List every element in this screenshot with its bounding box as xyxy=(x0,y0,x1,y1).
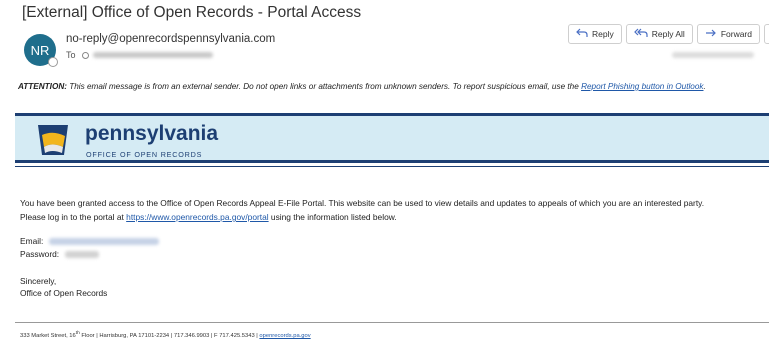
footer-address-pre: 333 Market Street, 16 xyxy=(20,332,76,339)
email-subject: [External] Office of Open Records - Port… xyxy=(22,4,362,21)
reply-button[interactable]: Reply xyxy=(568,24,622,44)
forward-arrow-icon xyxy=(705,28,717,41)
external-sender-warning: ATTENTION: This email message is from an… xyxy=(18,80,758,93)
forward-label: Forward xyxy=(720,29,752,39)
footer-website-link[interactable]: openrecords.pa.gov xyxy=(259,333,310,339)
message-actions: Reply Reply All Forward ··· xyxy=(568,24,769,44)
recipient-line: To xyxy=(66,50,213,60)
forward-button[interactable]: Forward xyxy=(696,24,760,44)
email-value-redacted xyxy=(49,237,160,245)
received-timestamp-redacted xyxy=(672,52,754,58)
footer-address-post: Floor | Harrisburg, PA 17101-2234 | 717.… xyxy=(79,332,260,339)
presence-status-icon xyxy=(48,57,58,67)
recipient-presence-icon xyxy=(81,51,89,59)
email-credential: Email: xyxy=(20,236,160,246)
reply-all-arrow-icon xyxy=(633,28,648,41)
email-label: Email: xyxy=(20,236,44,246)
office-of-open-records-subtitle: OFFICE OF OPEN RECORDS xyxy=(86,150,203,159)
report-phishing-link[interactable]: Report Phishing button in Outlook xyxy=(581,82,703,91)
sender-address[interactable]: no-reply@openrecordspennsylvania.com xyxy=(66,33,275,45)
reply-all-button[interactable]: Reply All xyxy=(625,24,693,44)
password-value-redacted xyxy=(65,250,100,258)
message-line-2-pre: Please log in to the portal at xyxy=(20,212,127,222)
message-line-2: Please log in to the portal at https://w… xyxy=(20,210,704,224)
reply-arrow-icon xyxy=(576,28,588,41)
message-line-2-post: using the information listed below. xyxy=(268,212,397,222)
pa-open-records-banner: pennsylvania OFFICE OF OPEN RECORDS xyxy=(15,113,769,163)
more-actions-button[interactable]: ··· xyxy=(764,24,769,44)
password-label: Password: xyxy=(20,249,60,259)
to-label: To xyxy=(66,50,76,60)
message-body: You have been granted access to the Offi… xyxy=(20,196,704,224)
attention-label: ATTENTION: xyxy=(18,82,67,91)
closing-sincerely: Sincerely, xyxy=(20,276,57,286)
recipient-redacted xyxy=(92,52,213,58)
pennsylvania-wordmark: pennsylvania xyxy=(85,122,219,145)
reply-label: Reply xyxy=(592,29,614,39)
reply-all-label: Reply All xyxy=(651,29,685,39)
attention-end: . xyxy=(703,82,706,91)
footer-contact: 333 Market Street, 16th Floor | Harrisbu… xyxy=(20,331,311,339)
closing-signature: Office of Open Records xyxy=(20,288,108,298)
password-credential: Password: xyxy=(20,249,100,259)
keystone-logo-icon xyxy=(38,125,68,155)
closing: Sincerely, Office of Open Records xyxy=(20,275,107,299)
avatar-initials: NR xyxy=(30,42,50,58)
footer-divider xyxy=(15,322,769,323)
banner-divider xyxy=(15,166,769,167)
portal-link[interactable]: https://www.openrecords.pa.gov/portal xyxy=(126,212,268,222)
message-line-1: You have been granted access to the Offi… xyxy=(20,198,705,208)
attention-text: This email message is from an external s… xyxy=(66,82,582,91)
